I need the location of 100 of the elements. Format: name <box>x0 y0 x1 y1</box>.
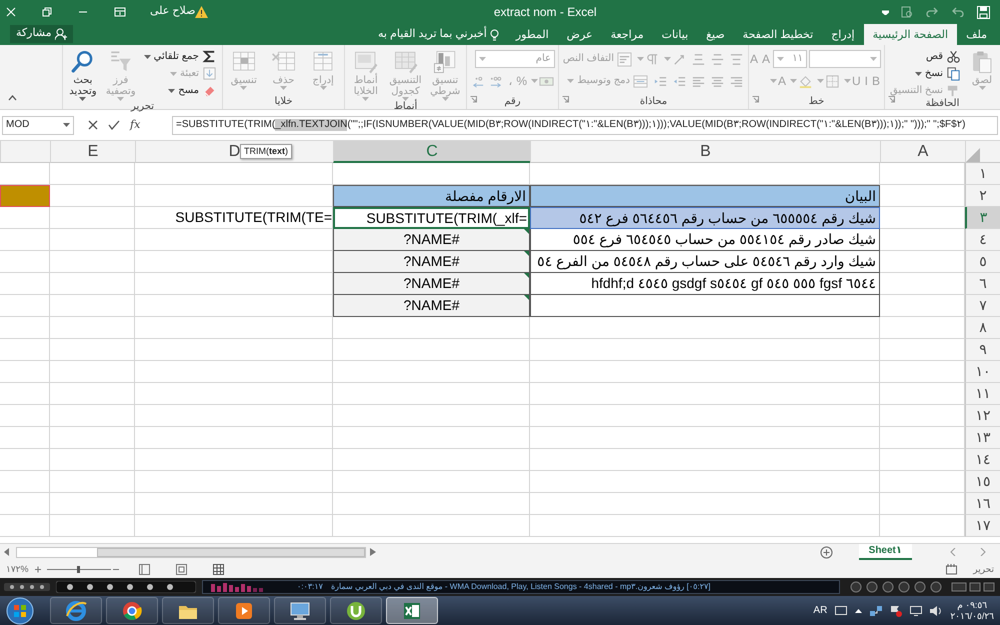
clock[interactable]: ٠٩:٥٦ م ٢٠١٦/٠٥/٢٦ <box>950 600 994 622</box>
scroll-left-icon[interactable] <box>4 548 10 556</box>
undo-icon[interactable] <box>951 7 965 17</box>
row-header[interactable]: ٧ <box>965 295 1000 317</box>
show-hidden-icon[interactable] <box>855 608 862 613</box>
add-sheet-icon[interactable] <box>820 546 833 558</box>
keyboard-icon[interactable] <box>835 606 848 615</box>
window-title: extract nom - Excel <box>492 4 598 20</box>
name-box[interactable]: MOD <box>2 116 74 134</box>
restore-icon[interactable] <box>42 7 52 17</box>
row-header[interactable]: ١ <box>965 163 1000 185</box>
collapse-ribbon-icon[interactable] <box>8 94 17 101</box>
caret-icon <box>479 57 486 61</box>
dialog-launcher-icon[interactable] <box>470 96 477 104</box>
ribbon-tab[interactable]: صيغ <box>697 24 734 45</box>
previous-sheet-icon[interactable] <box>950 548 956 556</box>
ribbon-tab[interactable]: بيانات <box>652 24 698 45</box>
redo-icon[interactable] <box>925 7 939 17</box>
page-layout-view-icon[interactable] <box>176 564 187 574</box>
column-header[interactable]: E <box>50 141 135 163</box>
taskbar-button[interactable] <box>330 597 382 624</box>
close-icon[interactable] <box>6 7 16 17</box>
zoom-level[interactable]: ١٧٢% <box>6 564 29 574</box>
display-icon[interactable] <box>910 606 922 616</box>
row-header[interactable]: ١٢ <box>965 405 1000 427</box>
customize-caret-icon[interactable] <box>882 9 889 15</box>
taskbar-button[interactable] <box>106 597 158 624</box>
ribbon-tab[interactable]: ملف <box>957 24 996 45</box>
group-label: الحافظة <box>926 98 960 110</box>
ribbon-button[interactable]: قص <box>888 49 964 64</box>
print-preview-icon[interactable] <box>901 6 913 18</box>
group-label: محاذاة <box>640 96 668 109</box>
player-buttons-icon[interactable] <box>56 581 196 593</box>
row-header[interactable]: ٣ <box>965 207 1000 229</box>
sigma-icon <box>202 49 217 64</box>
align-middle-icon <box>710 52 725 66</box>
row-header[interactable]: ٤ <box>965 229 1000 251</box>
taskbar-button[interactable] <box>386 597 438 624</box>
cancel-icon[interactable] <box>88 120 98 130</box>
ribbon-button[interactable]: جمع تلقائي <box>142 49 219 64</box>
column-header[interactable]: A <box>880 141 965 163</box>
row-header[interactable]: ٦ <box>965 273 1000 295</box>
browser-e-icon <box>65 600 87 622</box>
torrent-icon <box>345 600 367 622</box>
sheet-tab[interactable]: Sheet١ <box>858 544 912 560</box>
player-controls-icon[interactable] <box>4 582 50 592</box>
scroll-right-icon[interactable] <box>370 548 376 556</box>
share-button[interactable]: مشاركة <box>10 25 73 43</box>
zoom-slider-icon[interactable] <box>34 564 119 574</box>
dialog-launcher-icon[interactable] <box>562 96 569 104</box>
align-bottom-icon <box>691 52 706 66</box>
row-header[interactable]: ١٥ <box>965 471 1000 493</box>
row-header[interactable]: ١٣ <box>965 427 1000 449</box>
macro-record-icon[interactable] <box>946 564 958 574</box>
row-header[interactable]: ١١ <box>965 383 1000 405</box>
ribbon-tab[interactable]: إدراج <box>822 24 864 45</box>
ribbon-display-icon[interactable] <box>114 7 126 17</box>
ribbon-tab[interactable]: المطور <box>506 24 558 45</box>
taskbar-button[interactable] <box>50 597 102 624</box>
dialog-launcher-icon[interactable] <box>888 96 895 104</box>
table-cell: شيك رقم ٦٥٥٥٥٤ من حساب رقم ٥٦٤٤٥٦ فرع ٥٤٢ <box>530 207 880 229</box>
wrap-text-icon <box>617 52 632 66</box>
ribbon-button[interactable]: بحث وتحديد <box>66 49 100 101</box>
save-icon[interactable] <box>977 6 990 18</box>
row-header[interactable]: ١٦ <box>965 493 1000 515</box>
row-header[interactable]: ١٧ <box>965 515 1000 537</box>
tell-me-field[interactable]: أخبرني بما تريد القيام به <box>370 24 507 45</box>
ribbon-tab[interactable]: تخطيط الصفحة <box>734 24 822 45</box>
ribbon-tab[interactable]: مراجعة <box>602 24 653 45</box>
row-header[interactable]: ١٤ <box>965 449 1000 471</box>
merge-cells-icon <box>633 74 648 88</box>
function-tooltip: TRIM(text) <box>240 144 292 159</box>
start-orb-icon[interactable] <box>6 596 34 624</box>
taskbar-button[interactable] <box>162 597 214 624</box>
page-break-view-icon[interactable] <box>138 564 150 574</box>
row-header[interactable]: ٩ <box>965 339 1000 361</box>
dialog-launcher-icon[interactable] <box>752 96 759 104</box>
network-icon[interactable] <box>870 606 882 616</box>
taskbar-button[interactable] <box>274 597 326 624</box>
speaker-icon[interactable] <box>930 606 942 616</box>
ribbon-button[interactable]: مسح <box>142 83 219 98</box>
user-name[interactable]: صلاح على <box>150 5 196 19</box>
insert-function-button[interactable]: fx <box>130 118 140 132</box>
flag-icon[interactable] <box>890 604 902 616</box>
row-header[interactable]: ٥ <box>965 251 1000 273</box>
next-sheet-icon[interactable] <box>980 548 986 556</box>
ribbon-button[interactable]: نسخ <box>888 66 964 81</box>
scissors-icon <box>946 49 962 64</box>
check-icon[interactable] <box>108 120 120 130</box>
row-header[interactable]: ٨ <box>965 317 1000 339</box>
column-header[interactable]: C <box>333 141 530 163</box>
ribbon-tab[interactable]: عرض <box>558 24 602 45</box>
language-indicator[interactable]: AR <box>813 604 828 616</box>
scrollbar-thumb[interactable] <box>97 548 365 556</box>
column-header[interactable]: B <box>530 141 880 163</box>
row-header[interactable]: ١٠ <box>965 361 1000 383</box>
row-header[interactable]: ٢ <box>965 185 1000 207</box>
normal-view-icon[interactable] <box>212 564 224 574</box>
ribbon-tab[interactable]: الصفحة الرئيسية <box>864 24 958 45</box>
borders-icon <box>824 74 840 88</box>
